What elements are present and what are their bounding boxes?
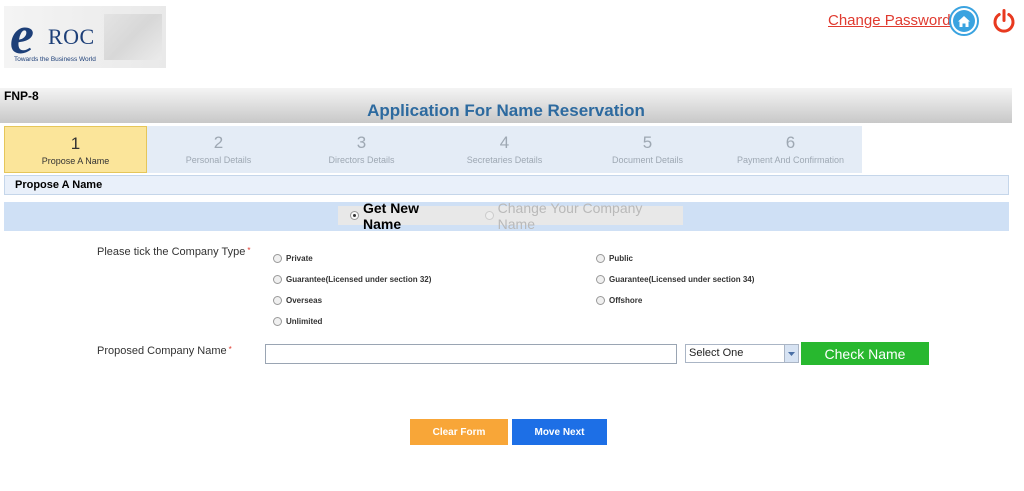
header: e ROC Towards the Business World Change …: [0, 0, 1024, 88]
radio-label: Guarantee(Licensed under section 34): [609, 275, 755, 284]
step-label: Payment And Confirmation: [736, 155, 845, 165]
label-text: Please tick the Company Type: [97, 246, 246, 258]
radio-label: Public: [609, 254, 634, 263]
name-mode-band: Get New Name Change Your Company Name: [4, 200, 1009, 232]
step-number: 3: [356, 133, 367, 152]
form-title-bar: FNP-8 Application For Name Reservation: [0, 88, 1012, 123]
change-password-link[interactable]: Change Password: [828, 12, 951, 29]
step-number: 2: [213, 133, 224, 152]
radio-icon: [273, 254, 282, 263]
chevron-down-icon[interactable]: [784, 345, 798, 362]
logout-button[interactable]: [989, 6, 1019, 36]
radio-label: Change Your Company Name: [497, 199, 643, 232]
type-guarantee-32-radio[interactable]: Guarantee(Licensed under section 32): [273, 275, 431, 284]
step-number: 1: [70, 134, 81, 153]
radio-label: Unlimited: [286, 317, 323, 326]
radio-icon: [273, 317, 282, 326]
step-directors-details[interactable]: 3 Directors Details: [290, 126, 433, 173]
logo-tagline: Towards the Business World: [14, 56, 96, 63]
name-mode-group: Get New Name Change Your Company Name: [338, 200, 683, 232]
radio-label: Guarantee(Licensed under section 32): [286, 275, 432, 284]
step-personal-details[interactable]: 2 Personal Details: [147, 126, 290, 173]
radio-icon: [596, 275, 605, 284]
step-document-details[interactable]: 5 Document Details: [576, 126, 719, 173]
step-payment-confirmation[interactable]: 6 Payment And Confirmation: [719, 126, 862, 173]
step-label: Personal Details: [185, 155, 252, 165]
type-overseas-radio[interactable]: Overseas: [273, 296, 322, 305]
step-label: Directors Details: [328, 155, 395, 165]
radio-icon: [596, 254, 605, 263]
home-icon: [953, 10, 975, 32]
proposed-name-input[interactable]: [265, 344, 677, 364]
step-label: Propose A Name: [41, 156, 110, 166]
radio-icon: [484, 211, 494, 220]
radio-label: Get New Name: [362, 199, 419, 232]
step-label: Document Details: [611, 155, 684, 165]
pen-graphic: [104, 14, 162, 60]
type-unlimited-radio[interactable]: Unlimited: [273, 317, 322, 326]
get-new-name-radio[interactable]: Get New Name: [350, 200, 461, 232]
step-secretaries-details[interactable]: 4 Secretaries Details: [433, 126, 576, 173]
proposed-name-label: Proposed Company Name *: [97, 345, 232, 357]
type-private-radio[interactable]: Private: [273, 254, 313, 263]
power-icon: [993, 9, 1015, 33]
radio-selected-icon: [350, 211, 359, 220]
company-type-label: Please tick the Company Type *: [97, 246, 251, 258]
check-name-button[interactable]: Check Name: [801, 342, 929, 365]
radio-icon: [596, 296, 605, 305]
radio-label: Offshore: [609, 296, 643, 305]
home-button[interactable]: [949, 6, 979, 36]
type-public-radio[interactable]: Public: [596, 254, 633, 263]
type-guarantee-34-radio[interactable]: Guarantee(Licensed under section 34): [596, 275, 754, 284]
step-propose-name[interactable]: 1 Propose A Name: [4, 126, 147, 173]
eroc-logo[interactable]: e ROC Towards the Business World: [4, 6, 166, 68]
radio-icon: [273, 275, 282, 284]
label-text: Proposed Company Name: [97, 345, 227, 357]
step-number: 5: [642, 133, 653, 152]
wizard-steps: 1 Propose A Name 2 Personal Details 3 Di…: [4, 126, 862, 173]
page-title: Application For Name Reservation: [367, 101, 645, 120]
radio-icon: [273, 296, 282, 305]
move-next-button[interactable]: Move Next: [512, 419, 607, 445]
step-number: 6: [785, 133, 796, 152]
radio-label: Private: [286, 254, 313, 263]
clear-form-button[interactable]: Clear Form: [410, 419, 508, 445]
required-mark: *: [228, 345, 232, 354]
select-value: Select One: [689, 347, 744, 359]
step-label: Secretaries Details: [466, 155, 543, 165]
required-mark: *: [247, 246, 251, 255]
section-header: Propose A Name: [4, 175, 1009, 195]
logo-text: ROC: [48, 24, 95, 49]
step-number: 4: [499, 133, 510, 152]
type-offshore-radio[interactable]: Offshore: [596, 296, 642, 305]
radio-label: Overseas: [286, 296, 323, 305]
name-suffix-select[interactable]: Select One: [685, 344, 799, 363]
change-company-name-radio[interactable]: Change Your Company Name: [484, 199, 683, 232]
